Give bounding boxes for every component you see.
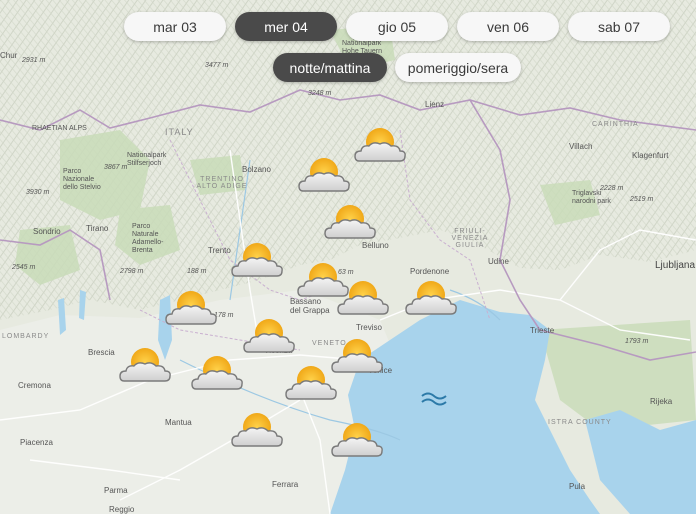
city-label: Pula <box>569 482 586 491</box>
peak-label: 3930 m <box>26 189 50 196</box>
city-label: Belluno <box>362 241 389 250</box>
peak-label: 188 m <box>187 268 207 275</box>
city-label: Ljubljana <box>655 260 696 271</box>
sun-behind-cloud-icon-1[interactable] <box>353 125 407 165</box>
peak-label: 3248 m <box>308 90 332 97</box>
sun-behind-cloud-icon-13[interactable] <box>284 363 338 403</box>
region-label: LOMBARDY <box>2 333 50 340</box>
city-label: Klagenfurt <box>632 151 669 160</box>
city-label: Udine <box>488 257 509 266</box>
sun-behind-cloud-icon-4[interactable] <box>230 240 284 280</box>
city-label: Brescia <box>88 348 115 357</box>
park-label: Nationalpark Stilfserjoch <box>127 152 167 167</box>
peak-label: 2931 m <box>22 57 46 64</box>
city-label: Ferrara <box>272 480 299 489</box>
peak-label: 2228 m <box>600 185 624 192</box>
region-label: FRIULI-VENEZIA GIULIA <box>451 228 489 249</box>
city-label: Piacenza <box>20 438 53 447</box>
city-label: Reggio <box>109 505 135 514</box>
region-label: ITALY <box>165 127 194 137</box>
peak-label: 2519 m <box>630 196 654 203</box>
sun-behind-cloud-icon-14[interactable] <box>230 410 284 450</box>
tab-day-mer-04[interactable]: mer 04 <box>235 12 337 41</box>
peak-label: 2798 m <box>120 268 144 275</box>
city-label: Villach <box>569 142 593 151</box>
city-label: Trento <box>208 246 231 255</box>
tab-day-sab-07[interactable]: sab 07 <box>568 12 670 41</box>
city-label: Tirano <box>86 224 109 233</box>
sun-behind-cloud-icon-11[interactable] <box>190 353 244 393</box>
city-label: Treviso <box>356 323 382 332</box>
tab-day-gio-05[interactable]: gio 05 <box>346 12 448 41</box>
city-label: Rijeka <box>650 397 673 406</box>
tab-day-ven-06[interactable]: ven 06 <box>457 12 559 41</box>
park-label: Parco Naturale Adamello-Brenta <box>132 223 164 254</box>
peak-label: 3867 m <box>104 164 128 171</box>
city-label: Lienz <box>425 100 445 109</box>
city-label: Chur <box>0 51 18 60</box>
sun-behind-cloud-icon-7[interactable] <box>404 278 458 318</box>
city-label: Mantua <box>165 418 192 427</box>
tab-day-mar-03[interactable]: mar 03 <box>124 12 226 41</box>
sun-behind-cloud-icon-12[interactable] <box>330 336 384 376</box>
city-label: Cremona <box>18 381 51 390</box>
city-label: Sondrio <box>33 227 61 236</box>
sun-behind-cloud-icon-6[interactable] <box>336 278 390 318</box>
city-label: Parma <box>104 486 128 495</box>
sun-behind-cloud-icon-10[interactable] <box>118 345 172 385</box>
park-label: RHAETIAN ALPS <box>32 125 87 132</box>
sun-behind-cloud-icon-2[interactable] <box>297 155 351 195</box>
peak-label: 1793 m <box>625 338 649 345</box>
city-label: Bolzano <box>242 165 271 174</box>
sun-behind-cloud-icon-3[interactable] <box>323 202 377 242</box>
region-label: CARINTHIA <box>592 121 639 128</box>
city-label: Pordenone <box>410 267 450 276</box>
park-label: Parco Nazionale dello Stelvio <box>63 168 101 191</box>
region-label: TRENTINO ALTO ADIGE <box>196 176 248 190</box>
tab-period-notte-mattina[interactable]: notte/mattina <box>273 53 387 82</box>
waves-icon <box>421 392 447 406</box>
sun-behind-cloud-icon-9[interactable] <box>242 316 296 356</box>
sun-behind-cloud-icon-15[interactable] <box>330 420 384 460</box>
peak-label: 2545 m <box>12 264 36 271</box>
sun-behind-cloud-icon-8[interactable] <box>164 288 218 328</box>
tab-period-pomeriggio-sera[interactable]: pomeriggio/sera <box>395 53 521 82</box>
park-label: Triglavski narodni park <box>572 190 611 205</box>
region-label: ISTRA COUNTY <box>548 419 612 426</box>
peak-label: 3477 m <box>205 62 229 69</box>
city-label: Trieste <box>530 326 555 335</box>
